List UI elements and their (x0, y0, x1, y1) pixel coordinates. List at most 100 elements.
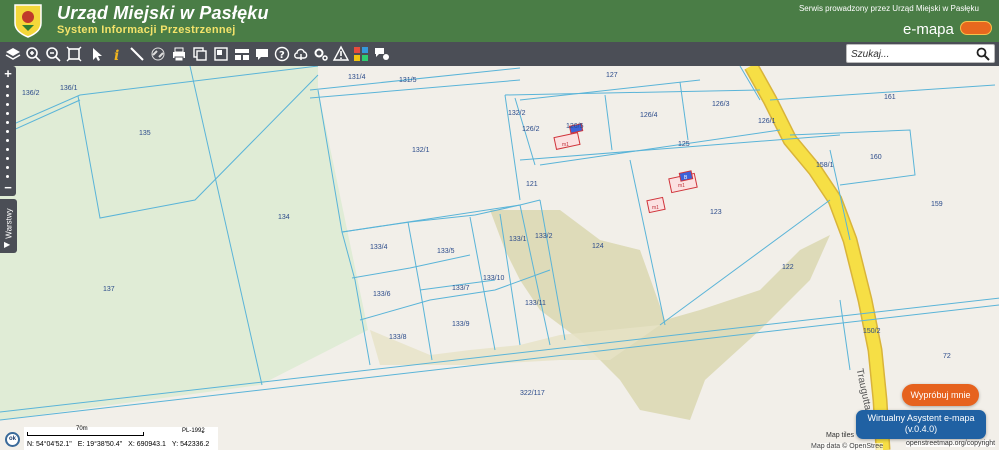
scale-panel: 70m PL-1992 ⌄ (24, 426, 218, 439)
header: Urząd Miejski w Pasłęku System Informacj… (0, 0, 999, 42)
latitude-value: N: 54°04'52.1" (27, 441, 72, 448)
plot-label: 137 (103, 286, 115, 293)
svg-text:i: i (114, 48, 119, 63)
zoom-level-dot[interactable] (6, 103, 9, 106)
layers-icon[interactable] (4, 45, 22, 63)
plot-label: 133/8 (389, 334, 407, 341)
zoom-level-dot[interactable] (6, 175, 9, 178)
plot-label: 322/117 (520, 390, 545, 397)
zoom-out-button[interactable]: − (0, 181, 16, 195)
plot-label: 132/1 (412, 147, 430, 154)
plot-label: 125 (678, 141, 690, 148)
x-coordinate: X: 690943.1 (128, 441, 166, 448)
upload-cloud-icon[interactable] (292, 45, 310, 63)
app-window: Urząd Miejski w Pasłęku System Informacj… (0, 0, 999, 450)
zoom-level-dot[interactable] (6, 85, 9, 88)
map-canvas[interactable]: m1 m1 m1 B Traugutta 136/2 136/1 135 134… (0, 66, 999, 450)
plot-label: 133/9 (452, 321, 470, 328)
emapa-brand[interactable]: e-mapa (903, 21, 954, 38)
print-layout-icon[interactable] (212, 45, 230, 63)
plot-label: 72 (943, 353, 951, 360)
plot-label: 126/1 (758, 118, 776, 125)
plot-label: 124 (592, 243, 604, 250)
measure-distance-icon[interactable] (128, 45, 146, 63)
plot-label: 150/2 (863, 328, 881, 335)
help-icon[interactable]: ? (273, 45, 291, 63)
link-icon[interactable] (149, 45, 167, 63)
zoom-in-icon[interactable] (24, 45, 42, 63)
service-provider-text: Serwis prowadzony przez Urząd Miejski w … (798, 4, 979, 13)
plot-label: 133/5 (437, 248, 455, 255)
settings-icon[interactable] (312, 45, 330, 63)
copy-map-icon[interactable] (191, 45, 209, 63)
building-label: m1 (562, 142, 569, 148)
expand-arrow-icon: ▶ (4, 240, 11, 249)
building-label: m1 (678, 183, 685, 189)
plot-label: 160 (870, 154, 882, 161)
zoom-level-dot[interactable] (6, 139, 9, 142)
warning-icon[interactable] (332, 45, 350, 63)
y-coordinate: Y: 542336.2 (171, 441, 210, 448)
emapa-logo-icon[interactable] (960, 21, 992, 35)
plot-label: 127 (606, 72, 618, 79)
plot-label: 123 (710, 209, 722, 216)
map-data-attribution: Map data © OpenStree (811, 443, 884, 450)
info-icon[interactable]: i (108, 45, 126, 64)
plot-label: 121 (526, 181, 538, 188)
plot-label: 159 (931, 201, 943, 208)
messages-icon[interactable] (372, 45, 390, 63)
print-icon[interactable] (170, 45, 188, 63)
zoom-level-dot[interactable] (6, 166, 9, 169)
longitude-value: E: 19°38'50.4" (77, 441, 123, 448)
coordinates-readout: N: 54°04'52.1" E: 19°38'50.4" X: 690943.1 Y… (24, 439, 218, 450)
zoom-level-dot[interactable] (6, 148, 9, 151)
search-input[interactable] (851, 47, 971, 61)
color-palette-icon[interactable] (352, 45, 370, 63)
town-crest-logo (14, 4, 42, 38)
app-subtitle: System Informacji Przestrzennej (57, 24, 236, 36)
plot-label: 134 (278, 214, 290, 221)
select-arrow-icon[interactable] (88, 45, 106, 63)
plot-label: 158/1 (816, 162, 834, 169)
layers-panel-toggle[interactable]: Warstwy ▶ (0, 199, 17, 253)
plot-label: 133/10 (483, 275, 505, 282)
layout-icon[interactable] (233, 45, 251, 63)
plot-label: 133/1 (509, 236, 527, 243)
plot-label: 161 (884, 94, 896, 101)
plot-label: 131/4 (348, 74, 366, 81)
zoom-level-dot[interactable] (6, 112, 9, 115)
plot-label: 126/3 (712, 101, 730, 108)
virtual-assistant-button[interactable]: Wirtualny Asystent e-mapa (v.0.4.0) (856, 410, 986, 439)
zoom-slider[interactable]: + − (0, 66, 16, 196)
plot-label: 133/6 (373, 291, 391, 298)
assistant-version: (v.0.4.0) (904, 424, 938, 434)
assistant-name: Wirtualny Asystent e-mapa (867, 413, 975, 423)
map-view[interactable]: m1 m1 m1 B Traugutta 136/2 136/1 135 134… (0, 66, 999, 450)
comment-icon[interactable] (253, 45, 271, 63)
osm-copyright-link[interactable]: openstreetmap.org/copyright (906, 440, 996, 447)
map-tiles-attribution: Map tiles (826, 432, 855, 439)
zoom-in-button[interactable]: + (0, 67, 16, 81)
search-box[interactable] (846, 44, 995, 63)
try-me-button[interactable]: Wypróbuj mnie (902, 384, 979, 406)
zoom-extent-icon[interactable] (65, 45, 83, 63)
plot-label: 136/1 (60, 85, 78, 92)
plot-label: 132/2 (508, 110, 526, 117)
scale-text: 70m (76, 426, 88, 432)
ok-button[interactable]: ok (5, 432, 20, 447)
svg-text:?: ? (279, 50, 285, 61)
app-title: Urząd Miejski w Pasłęku (57, 3, 269, 23)
zoom-level-dot[interactable] (6, 94, 9, 97)
plot-label: 133/11 (525, 300, 546, 307)
zoom-level-dot[interactable] (6, 157, 9, 160)
plot-label: 122 (782, 264, 794, 271)
plot-label: 133/4 (370, 244, 388, 251)
zoom-out-icon[interactable] (44, 45, 62, 63)
plot-label: 126/4 (640, 112, 658, 119)
chevron-down-icon[interactable]: ⌄ (200, 427, 206, 435)
plot-label: 126/5 (566, 123, 584, 130)
search-icon[interactable] (975, 46, 991, 62)
zoom-level-dot[interactable] (6, 130, 9, 133)
plot-label: 131/5 (399, 77, 417, 84)
zoom-level-dot[interactable] (6, 121, 9, 124)
